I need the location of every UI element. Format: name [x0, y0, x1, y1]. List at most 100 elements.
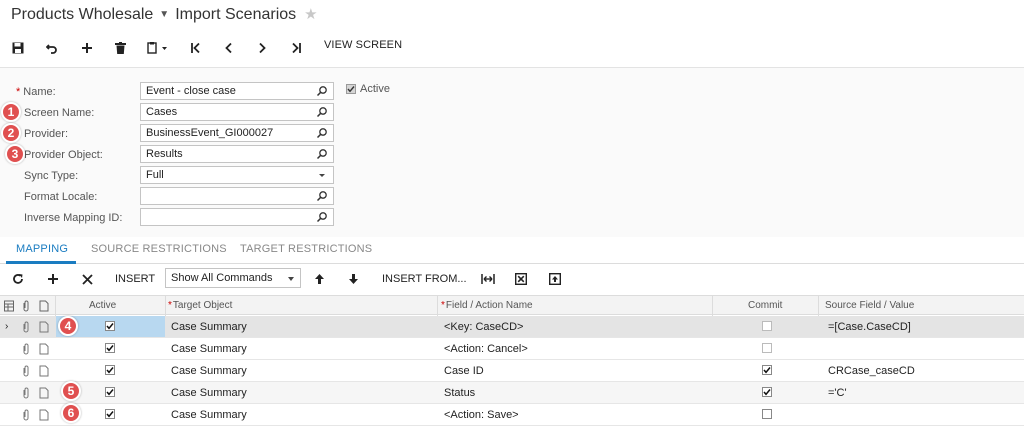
row-active-checkbox[interactable] — [105, 365, 115, 375]
callout-marker: 1 — [1, 102, 21, 122]
note-icon[interactable] — [39, 321, 49, 333]
company-name[interactable]: Products Wholesale — [11, 6, 153, 23]
delete-button[interactable] — [115, 38, 126, 58]
search-icon[interactable] — [316, 85, 328, 97]
first-record-button[interactable] — [190, 38, 202, 58]
tab-source-restrictions[interactable]: SOURCE RESTRICTIONS — [91, 243, 227, 255]
attachment-icon — [23, 300, 29, 312]
main-toolbar — [0, 34, 1024, 62]
row-commit-checkbox[interactable] — [762, 409, 772, 419]
cell-target-object[interactable]: Case Summary — [171, 321, 247, 333]
row-active-checkbox[interactable] — [105, 321, 115, 331]
attachment-icon[interactable] — [21, 409, 31, 421]
search-icon[interactable] — [316, 106, 328, 118]
cell-target-object[interactable]: Case Summary — [171, 343, 247, 355]
move-down-button[interactable] — [348, 270, 359, 288]
sync-type-select[interactable]: Full — [140, 166, 334, 184]
cell-target-object[interactable]: Case Summary — [171, 409, 247, 421]
row-commit-checkbox[interactable] — [762, 365, 772, 375]
cell-source-value[interactable]: CRCase_caseCD — [828, 365, 915, 377]
add-button[interactable] — [81, 38, 93, 58]
table-row[interactable]: Case Summary Case ID CRCase_caseCD — [0, 360, 1024, 382]
column-header-commit[interactable]: Commit — [748, 300, 782, 311]
last-record-button[interactable] — [290, 38, 302, 58]
cell-field-action[interactable]: <Action: Cancel> — [444, 343, 528, 355]
row-active-checkbox[interactable] — [105, 409, 115, 419]
cell-field-action[interactable]: <Action: Save> — [444, 409, 519, 421]
column-header-source[interactable]: Source Field / Value — [825, 300, 914, 311]
caret-down-icon[interactable] — [316, 169, 328, 181]
add-row-button[interactable] — [47, 270, 59, 288]
tab-bar: MAPPING SOURCE RESTRICTIONS TARGET RESTR… — [0, 237, 1024, 264]
refresh-button[interactable] — [12, 270, 24, 288]
note-icon[interactable] — [39, 365, 49, 377]
previous-record-button[interactable] — [223, 38, 235, 58]
row-commit-checkbox[interactable] — [762, 387, 772, 397]
row-active-checkbox[interactable] — [105, 387, 115, 397]
cell-source-value[interactable]: ='C' — [828, 387, 847, 399]
next-record-button[interactable] — [256, 38, 268, 58]
table-row[interactable]: Case Summary <Action: Cancel> — [0, 338, 1024, 360]
note-icon[interactable] — [39, 387, 49, 399]
cell-source-value[interactable]: =[Case.CaseCD] — [828, 321, 911, 333]
commands-select[interactable]: Show All Commands — [165, 268, 301, 288]
chevron-left-icon — [225, 42, 232, 54]
chevron-down-icon[interactable]: ▼ — [159, 9, 169, 20]
cell-field-action[interactable]: Case ID — [444, 365, 484, 377]
view-screen-button[interactable]: VIEW SCREEN — [324, 39, 402, 51]
move-up-button[interactable] — [314, 270, 325, 288]
attachment-icon[interactable] — [21, 343, 31, 355]
title-bar: Products Wholesale ▼ Import Scenarios ★ — [0, 0, 1024, 32]
row-indicator-icon: › — [5, 321, 9, 332]
tab-target-restrictions[interactable]: TARGET RESTRICTIONS — [240, 243, 372, 255]
format-locale-field[interactable] — [140, 187, 334, 205]
callout-marker: 6 — [61, 403, 81, 423]
tab-mapping[interactable]: MAPPING — [16, 243, 68, 255]
caret-down-icon — [288, 277, 294, 281]
screen-name-field[interactable]: Cases — [140, 103, 334, 121]
row-active-checkbox[interactable] — [105, 343, 115, 353]
fit-columns-button[interactable] — [481, 270, 495, 288]
favorite-star-icon[interactable]: ★ — [304, 6, 317, 23]
column-header-target-object[interactable]: *Target Object — [168, 300, 232, 311]
attachment-icon[interactable] — [21, 365, 31, 377]
insert-from-button[interactable]: INSERT FROM... — [382, 270, 467, 288]
delete-row-button[interactable] — [82, 270, 93, 288]
inverse-mapping-id-field[interactable] — [140, 208, 334, 226]
row-commit-checkbox[interactable] — [762, 343, 772, 353]
search-icon[interactable] — [316, 211, 328, 223]
search-icon[interactable] — [316, 148, 328, 160]
column-header-active[interactable]: Active — [89, 300, 116, 311]
active-checkbox[interactable]: Active — [346, 83, 390, 95]
table-row[interactable]: › Case Summary <Key: CaseCD> =[Case.Case… — [0, 316, 1024, 338]
copy-paste-button[interactable] — [147, 38, 169, 58]
save-button[interactable] — [12, 38, 24, 58]
active-label: Active — [360, 83, 390, 95]
cell-target-object[interactable]: Case Summary — [171, 387, 247, 399]
attachment-icon[interactable] — [21, 321, 31, 333]
table-row[interactable]: Case Summary Status ='C' — [0, 382, 1024, 404]
insert-button[interactable]: INSERT — [115, 270, 155, 288]
search-icon[interactable] — [316, 190, 328, 202]
column-header-field-action[interactable]: *Field / Action Name — [441, 300, 533, 311]
note-icon[interactable] — [39, 409, 49, 421]
undo-button[interactable] — [46, 38, 58, 58]
cell-field-action[interactable]: Status — [444, 387, 475, 399]
row-settings-icon[interactable] — [4, 300, 14, 312]
cell-target-object[interactable]: Case Summary — [171, 365, 247, 377]
attachment-icon[interactable] — [21, 387, 31, 399]
provider-object-field[interactable]: Results — [140, 145, 334, 163]
name-label: * Name: — [16, 86, 56, 98]
note-icon[interactable] — [39, 343, 49, 355]
name-field[interactable]: Event - close case — [140, 82, 334, 100]
search-icon[interactable] — [316, 127, 328, 139]
table-row[interactable]: Case Summary <Action: Save> — [0, 404, 1024, 426]
upload-button[interactable] — [549, 270, 561, 288]
arrow-down-icon — [349, 274, 358, 284]
export-excel-button[interactable] — [515, 270, 527, 288]
provider-field[interactable]: BusinessEvent_GI000027 — [140, 124, 334, 142]
checkbox-checked-icon[interactable] — [346, 84, 356, 94]
cell-field-action[interactable]: <Key: CaseCD> — [444, 321, 523, 333]
row-commit-checkbox[interactable] — [762, 321, 772, 331]
callout-marker: 2 — [1, 123, 21, 143]
